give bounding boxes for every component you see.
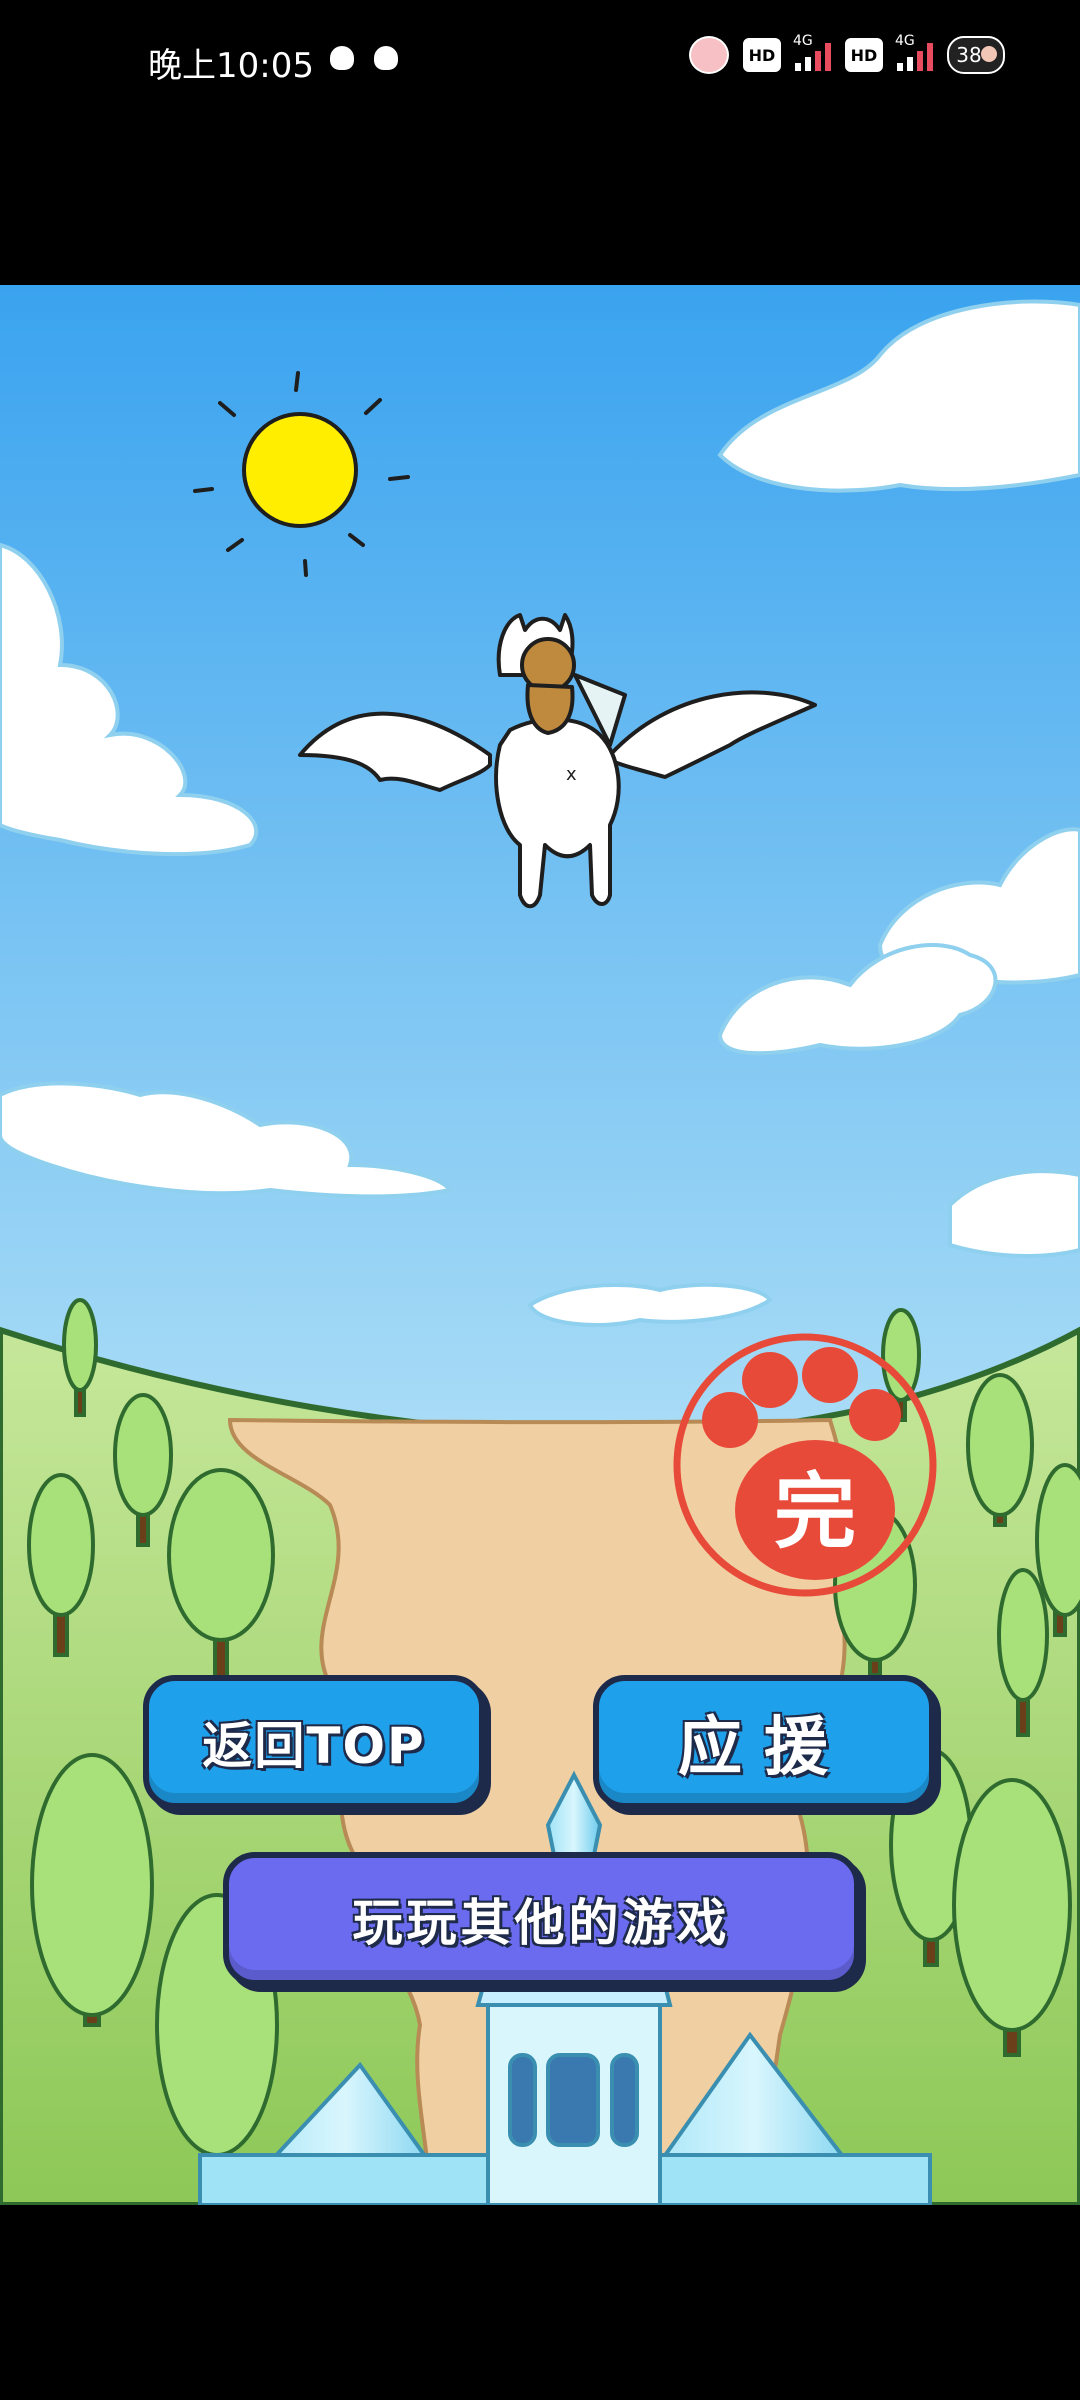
notification-cat-icon <box>374 46 398 70</box>
signal-1-icon: 4G <box>793 33 831 71</box>
notification-icons <box>330 46 398 70</box>
svg-text:x: x <box>566 764 577 785</box>
pig-icon <box>689 36 729 74</box>
signal-2-icon: 4G <box>895 33 933 71</box>
stamp-label: 完 <box>774 1465 856 1560</box>
network-type-2: 4G <box>895 33 915 49</box>
battery-level: 38 <box>956 43 982 67</box>
status-right-icons: HD 4G HD 4G 38 <box>689 33 1005 74</box>
notification-app-icon <box>330 46 354 70</box>
completion-stamp: 完 <box>673 1333 937 1597</box>
network-type-1: 4G <box>793 33 813 49</box>
back-to-top-button[interactable]: 返回TOP <box>143 1675 485 1809</box>
game-screen[interactable]: x 完 返回TOP 应援 玩玩其他的游戏 <box>0 285 1080 2205</box>
hd-badge-1: HD <box>743 38 781 72</box>
hd-badge-2: HD <box>845 38 883 72</box>
battery-indicator: 38 <box>947 36 1005 74</box>
play-other-games-button[interactable]: 玩玩其他的游戏 <box>223 1852 860 1986</box>
status-bar: 晚上10:05 HD 4G HD 4G 38 <box>0 0 1080 120</box>
status-time: 晚上10:05 <box>148 46 314 86</box>
cheer-button[interactable]: 应援 <box>593 1675 935 1809</box>
